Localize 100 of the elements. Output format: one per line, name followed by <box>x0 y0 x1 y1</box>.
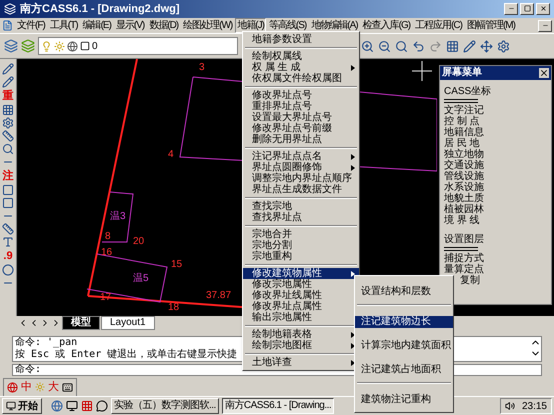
layer-field[interactable]: 0 <box>38 37 238 56</box>
pencil-icon[interactable] <box>463 40 476 53</box>
undo-icon[interactable] <box>412 40 425 53</box>
screen-menu-item[interactable]: 地貌土质 <box>444 192 484 204</box>
color-swatch-icon <box>80 41 90 52</box>
tool-icon[interactable] <box>2 62 14 75</box>
menu-entry[interactable]: 界址点圆圈修饰 <box>243 162 359 173</box>
ime-width[interactable]: 大 <box>48 379 59 396</box>
taskbar-task[interactable]: 南方CASS6.1 - [Drawing... <box>222 398 334 414</box>
volume-icon[interactable] <box>504 401 515 412</box>
zoom-out-icon[interactable] <box>378 40 391 53</box>
menu-item[interactable]: 工具(T) <box>48 18 80 34</box>
restore-button[interactable] <box>520 2 534 15</box>
settings-icon[interactable] <box>497 40 510 53</box>
menu-item[interactable]: 文件(F) <box>15 18 47 34</box>
menu-entry[interactable]: 查找界址点 <box>243 212 359 223</box>
menu-entry[interactable]: 权 属 生 成 <box>243 62 359 73</box>
screen-menu-item[interactable]: 独立地物 <box>444 148 484 160</box>
close-icon[interactable] <box>539 68 549 78</box>
canvas-label: 37.87 <box>206 290 232 301</box>
screen-menu-item[interactable]: 捕捉方式 <box>444 252 484 264</box>
keyboard-icon[interactable] <box>62 382 73 393</box>
screen-menu-item[interactable]: 交通设施 <box>444 160 484 171</box>
menu-item[interactable]: 地物编辑(A) <box>309 18 360 34</box>
menu-entry[interactable]: 宗地重构 <box>243 251 359 262</box>
menu-entry[interactable]: 宗地分割 <box>243 240 359 251</box>
search-icon[interactable] <box>395 40 408 53</box>
tool-icon[interactable] <box>2 236 14 248</box>
tool-icon[interactable] <box>2 196 14 209</box>
menu-item[interactable]: 工程应用(C) <box>413 18 464 34</box>
menu-item[interactable]: 图幅管理(M) <box>464 18 517 34</box>
minimize-button[interactable] <box>504 2 518 15</box>
tool-icon[interactable] <box>2 264 14 276</box>
close-button[interactable] <box>536 2 550 15</box>
screen-menu-item[interactable]: 控 制 点 <box>444 116 480 127</box>
app-icon[interactable] <box>81 400 93 412</box>
sun-icon <box>54 40 65 52</box>
menu-entry[interactable]: 宗地合并 <box>243 229 359 240</box>
menu-entry[interactable]: 重排界址点号 <box>243 101 359 112</box>
tool-icon[interactable] <box>2 130 14 142</box>
menu-item[interactable]: 等高线(S) <box>266 18 308 34</box>
screen-menu-item[interactable]: 居 民 地 <box>444 138 480 149</box>
screen-menu-item[interactable]: 地籍信息 <box>444 126 484 138</box>
menu-entry[interactable]: 建筑物注记重构 <box>355 394 453 406</box>
menu-item[interactable]: 数据(D) <box>147 18 180 34</box>
move-icon[interactable] <box>480 40 493 53</box>
menu-entry[interactable]: 设置结构和层数 <box>355 286 453 298</box>
app-icon <box>4 2 16 15</box>
screen-menu-item[interactable]: 管线设施 <box>444 170 484 182</box>
menu-entry[interactable]: 注记建筑物边长 <box>355 316 453 328</box>
menu-entry[interactable]: 界址点生成数据文件 <box>243 184 359 195</box>
screen-menu-item[interactable]: 植被园林 <box>444 204 484 215</box>
menu-entry[interactable]: 注记界址点点名 <box>243 151 359 162</box>
zoom-in-icon[interactable] <box>361 40 374 53</box>
menu-entry[interactable]: 调整宗地内界址点顺序 <box>243 173 359 184</box>
menu-item[interactable]: 显示(V) <box>114 18 146 34</box>
menu-item[interactable]: 绘图处理(W) <box>181 18 234 34</box>
browser-icon[interactable] <box>51 400 63 412</box>
chat-icon[interactable] <box>96 400 108 412</box>
desktop-icon[interactable] <box>66 400 78 412</box>
menu-entry[interactable]: 计算宗地内建筑面积 <box>355 340 453 352</box>
screen-menu-item[interactable]: CASS坐标 <box>444 86 492 97</box>
start-button[interactable]: 开始 <box>2 398 42 414</box>
menu-entry[interactable]: 设置最大界址点号 <box>243 112 359 123</box>
tool-icon[interactable] <box>2 76 14 88</box>
layout-tab[interactable]: 模型 <box>62 316 100 330</box>
screen-menu-item[interactable]: 境 界 线 <box>444 214 480 226</box>
menu-entry[interactable]: 绘制权属线 <box>243 51 359 62</box>
tool-icon[interactable] <box>2 222 14 235</box>
canvas-label: 3 <box>199 62 205 73</box>
canvas-label: 温5 <box>133 272 149 284</box>
menu-entry[interactable]: 修改建筑物属性 <box>243 268 359 279</box>
canvas-label: 15 <box>171 258 182 270</box>
minimize-button[interactable] <box>538 20 552 32</box>
tool-icon[interactable] <box>2 116 14 129</box>
command-line-text: 按 Esc 或 Enter 键退出，或单击右键显示快捷 <box>15 349 238 362</box>
taskbar-task[interactable]: 实验（五）数字测图软... <box>111 398 219 414</box>
layout-tab[interactable]: Layout1 <box>101 316 155 330</box>
screen-menu-item[interactable]: 文字注记 <box>444 104 484 116</box>
grid-icon[interactable] <box>446 40 459 53</box>
menu-item[interactable]: 编辑(E) <box>80 18 113 34</box>
menu-item[interactable]: 检查入库(G) <box>360 18 412 34</box>
screen-menu-item[interactable]: 复制 <box>460 274 480 286</box>
layers-icon[interactable] <box>4 39 18 54</box>
tool-icon[interactable] <box>2 184 14 196</box>
menu-entry[interactable]: 依权属文件绘权属图 <box>243 73 359 84</box>
tool-icon[interactable] <box>2 142 14 155</box>
menu-entry[interactable]: 地籍参数设置 <box>243 34 359 45</box>
screen-menu-item[interactable]: 水系设施 <box>444 182 484 193</box>
screen-menu-item[interactable]: 量算定点 <box>444 264 484 275</box>
menu-entry[interactable]: 注记建筑占地面积 <box>355 364 453 376</box>
tool-icon[interactable] <box>2 104 14 116</box>
restore-icon <box>524 5 530 12</box>
ime-mode[interactable]: 中 <box>21 379 32 396</box>
menu-entry[interactable]: 修改界址点号前缀 <box>243 123 359 134</box>
menu-entry[interactable]: 删除无用界址点 <box>243 134 359 145</box>
menu-entry[interactable]: 修改界址点号 <box>243 90 359 101</box>
menu-entry[interactable]: 查找宗地 <box>243 201 359 212</box>
ime-logo-icon[interactable] <box>7 382 18 393</box>
screen-menu-item[interactable]: 设置图层 <box>444 234 484 245</box>
